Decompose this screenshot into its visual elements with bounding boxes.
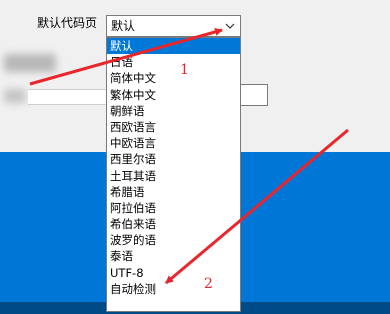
text-field[interactable] — [28, 89, 106, 105]
dropdown-option[interactable]: 简体中文 — [107, 70, 240, 86]
dropdown-option[interactable]: 希伯来语 — [107, 216, 240, 232]
annotation-marker-1: 1 — [180, 62, 189, 78]
dropdown-option[interactable]: 波罗的语 — [107, 232, 240, 248]
dropdown-option[interactable]: 默认 — [107, 38, 240, 55]
blurred-label — [4, 54, 56, 72]
chevron-down-icon[interactable] — [223, 18, 237, 34]
codepage-select-value: 默认 — [111, 19, 136, 33]
codepage-select[interactable]: 默认 — [106, 15, 241, 37]
codepage-dropdown-list[interactable]: 默认 日语 简体中文 繁体中文 朝鲜语 西欧语言 中欧语言 西里尔语 土耳其语 … — [106, 37, 241, 312]
dropdown-option[interactable]: 西欧语言 — [107, 119, 240, 135]
dropdown-option[interactable]: 中欧语言 — [107, 135, 240, 151]
dropdown-option[interactable]: 朝鲜语 — [107, 103, 240, 119]
dropdown-option-utf8[interactable]: UTF-8 — [107, 265, 240, 281]
dropdown-option[interactable]: 自动检测 — [107, 281, 240, 297]
dropdown-option[interactable]: 希腊语 — [107, 184, 240, 200]
dropdown-option[interactable]: 阿拉伯语 — [107, 200, 240, 216]
dropdown-option[interactable]: 土耳其语 — [107, 168, 240, 184]
dropdown-option[interactable]: 泰语 — [107, 248, 240, 264]
default-codepage-label: 默认代码页 — [37, 16, 98, 30]
dropdown-option[interactable]: 日语 — [107, 54, 240, 70]
blurred-label-small — [4, 89, 26, 103]
annotation-marker-2: 2 — [204, 276, 213, 292]
dropdown-option[interactable]: 西里尔语 — [107, 151, 240, 167]
text-field-right[interactable] — [240, 84, 268, 106]
dropdown-option[interactable]: 繁体中文 — [107, 87, 240, 103]
